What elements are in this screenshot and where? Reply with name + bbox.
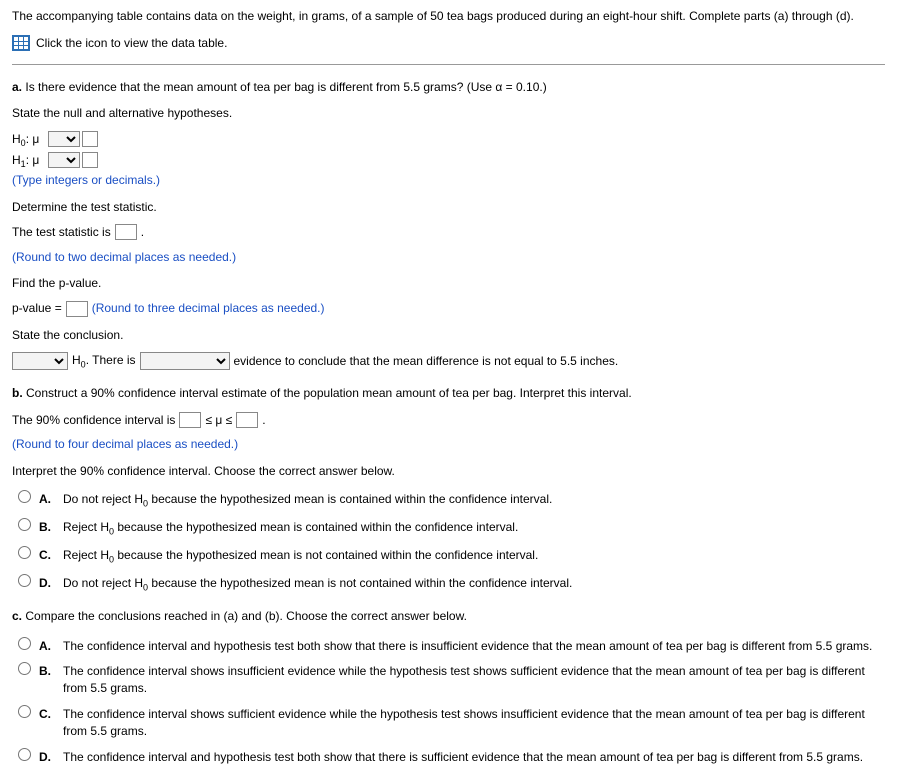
part-c-option-c: C. The confidence interval shows suffici…: [18, 703, 885, 740]
part-b-option-b: B. Reject H0 because the hypothesized me…: [18, 516, 885, 538]
part-b-radio-c[interactable]: [18, 546, 31, 559]
part-c-option-a: A. The confidence interval and hypothesi…: [18, 635, 885, 655]
h1-operator-select[interactable]: [48, 152, 80, 168]
data-table-link-label: Click the icon to view the data table.: [36, 35, 227, 52]
problem-intro: The accompanying table contains data on …: [12, 8, 885, 25]
option-letter: C.: [39, 706, 55, 723]
divider: [12, 64, 885, 65]
part-c-question: c. Compare the conclusions reached in (a…: [12, 608, 885, 625]
conclusion-h0: H0. There is: [72, 352, 136, 371]
part-c-radio-b[interactable]: [18, 662, 31, 675]
ci-pre: The 90% confidence interval is: [12, 412, 175, 429]
test-statistic-row: The test statistic is .: [12, 224, 885, 241]
table-icon: [12, 35, 30, 51]
ci-lower-input[interactable]: [179, 412, 201, 428]
option-text: The confidence interval shows sufficient…: [63, 706, 885, 740]
pvalue-pre: p-value =: [12, 300, 62, 317]
part-b-option-a: A. Do not reject H0 because the hypothes…: [18, 488, 885, 510]
option-text: Reject H0 because the hypothesized mean …: [63, 547, 885, 566]
option-letter: B.: [39, 519, 55, 536]
h1-value-input[interactable]: [82, 152, 98, 168]
h1-row: H1: μ: [12, 151, 885, 169]
pvalue-row: p-value = (Round to three decimal places…: [12, 300, 885, 317]
hypothesis-type-note: (Type integers or decimals.): [12, 172, 885, 189]
part-b-question: b. Construct a 90% confidence interval e…: [12, 385, 885, 402]
option-text: The confidence interval and hypothesis t…: [63, 638, 885, 655]
part-c-option-b: B. The confidence interval shows insuffi…: [18, 660, 885, 697]
option-letter: B.: [39, 663, 55, 680]
ci-mid: ≤ μ ≤: [205, 412, 232, 429]
ci-row: The 90% confidence interval is ≤ μ ≤ .: [12, 412, 885, 429]
determine-test-statistic-label: Determine the test statistic.: [12, 199, 885, 216]
part-b-question-text: Construct a 90% confidence interval esti…: [26, 386, 632, 400]
option-text: The confidence interval and hypothesis t…: [63, 749, 885, 766]
part-c-question-text: Compare the conclusions reached in (a) a…: [25, 609, 467, 623]
option-letter: A.: [39, 638, 55, 655]
conclusion-row: H0. There is evidence to conclude that t…: [12, 352, 885, 371]
option-letter: D.: [39, 575, 55, 592]
conclusion-end: evidence to conclude that the mean diffe…: [234, 353, 619, 370]
conclusion-evidence-select[interactable]: [140, 352, 230, 370]
part-b-radio-d[interactable]: [18, 574, 31, 587]
data-table-link-row[interactable]: Click the icon to view the data table.: [12, 35, 885, 52]
part-c-radio-d[interactable]: [18, 748, 31, 761]
option-text: Do not reject H0 because the hypothesize…: [63, 575, 885, 594]
interpret-ci-label: Interpret the 90% confidence interval. C…: [12, 463, 885, 480]
part-c-radio-c[interactable]: [18, 705, 31, 718]
state-conclusion-label: State the conclusion.: [12, 327, 885, 344]
part-a-question-text: Is there evidence that the mean amount o…: [25, 80, 546, 94]
conclusion-decision-select[interactable]: [12, 352, 68, 370]
ci-upper-input[interactable]: [236, 412, 258, 428]
h1-label: H1: μ: [12, 152, 46, 169]
find-pvalue-label: Find the p-value.: [12, 275, 885, 292]
part-a-question: a. Is there evidence that the mean amoun…: [12, 79, 885, 96]
pvalue-input[interactable]: [66, 301, 88, 317]
round-four-note: (Round to four decimal places as needed.…: [12, 436, 885, 453]
ci-post: .: [262, 412, 265, 429]
option-letter: A.: [39, 491, 55, 508]
h0-operator-select[interactable]: [48, 131, 80, 147]
part-b-radio-b[interactable]: [18, 518, 31, 531]
test-stat-pre: The test statistic is: [12, 224, 111, 241]
part-c-options: A. The confidence interval and hypothesi…: [12, 635, 885, 766]
round-three-note: (Round to three decimal places as needed…: [92, 300, 325, 317]
part-c-radio-a[interactable]: [18, 637, 31, 650]
test-stat-post: .: [141, 224, 144, 241]
part-c-option-d: D. The confidence interval and hypothesi…: [18, 746, 885, 766]
part-b-options: A. Do not reject H0 because the hypothes…: [12, 488, 885, 594]
option-text: The confidence interval shows insufficie…: [63, 663, 885, 697]
option-text: Reject H0 because the hypothesized mean …: [63, 519, 885, 538]
round-two-note: (Round to two decimal places as needed.): [12, 249, 885, 266]
h0-value-input[interactable]: [82, 131, 98, 147]
part-b-radio-a[interactable]: [18, 490, 31, 503]
h0-label: H0: μ: [12, 131, 46, 148]
h0-row: H0: μ: [12, 130, 885, 148]
option-letter: C.: [39, 547, 55, 564]
test-statistic-input[interactable]: [115, 224, 137, 240]
option-letter: D.: [39, 749, 55, 766]
part-b-option-d: D. Do not reject H0 because the hypothes…: [18, 572, 885, 594]
part-b-option-c: C. Reject H0 because the hypothesized me…: [18, 544, 885, 566]
option-text: Do not reject H0 because the hypothesize…: [63, 491, 885, 510]
state-hypotheses-label: State the null and alternative hypothese…: [12, 105, 885, 122]
